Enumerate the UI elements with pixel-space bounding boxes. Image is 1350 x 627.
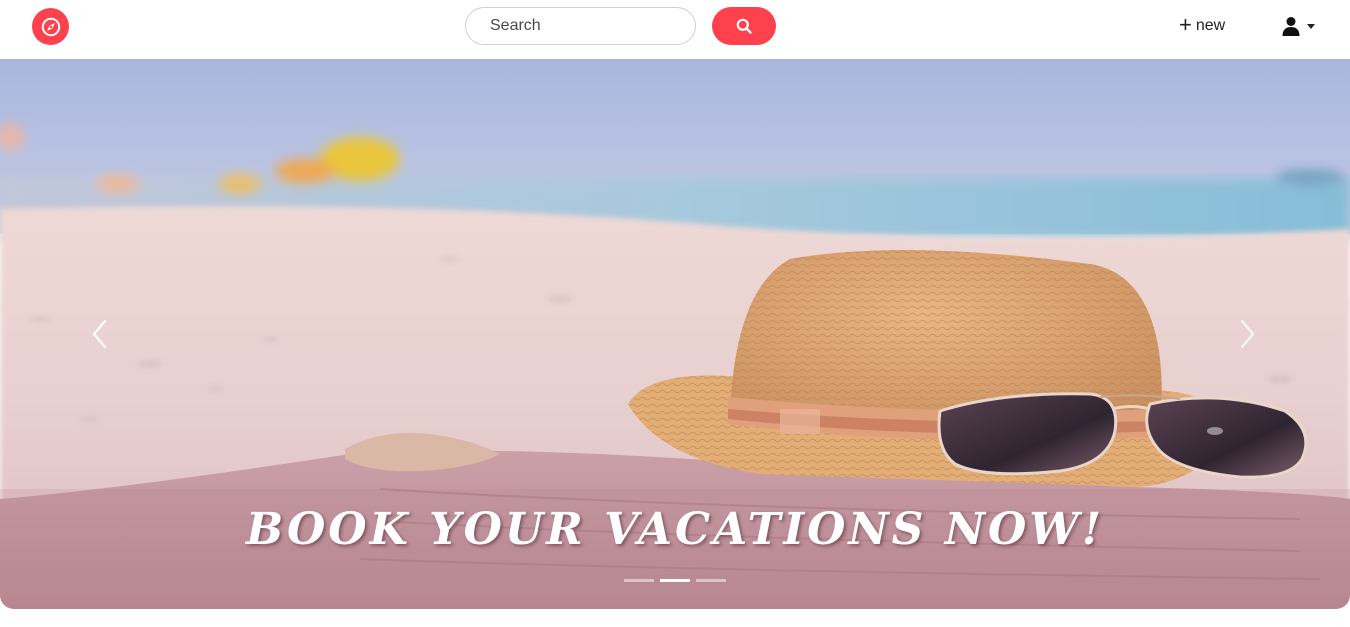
user-menu-toggle[interactable] xyxy=(1281,13,1315,39)
carousel-indicators xyxy=(624,579,726,582)
carousel-caption: BOOK YOUR VACATIONS NOW! xyxy=(245,504,1105,555)
chevron-right-icon xyxy=(1240,319,1255,349)
compass-icon xyxy=(41,17,60,36)
hero-carousel: BOOK YOUR VACATIONS NOW! xyxy=(0,59,1350,609)
caret-down-icon xyxy=(1307,23,1315,29)
chevron-left-icon xyxy=(92,319,107,349)
user-icon xyxy=(1282,17,1300,36)
search-button[interactable] xyxy=(712,7,776,45)
home-logo-link[interactable] xyxy=(32,8,69,45)
carousel-indicator-1[interactable] xyxy=(624,579,654,582)
carousel-indicator-2[interactable] xyxy=(660,579,690,582)
search-icon xyxy=(736,18,752,34)
navbar: + new xyxy=(0,0,1350,58)
carousel-next-button[interactable] xyxy=(1227,314,1267,354)
carousel-prev-button[interactable] xyxy=(80,314,120,354)
plus-icon: + xyxy=(1179,12,1192,37)
new-link-label: new xyxy=(1195,17,1226,34)
carousel-indicator-3[interactable] xyxy=(696,579,726,582)
search-input[interactable] xyxy=(465,7,696,45)
new-listing-link[interactable]: + new xyxy=(1179,14,1225,38)
